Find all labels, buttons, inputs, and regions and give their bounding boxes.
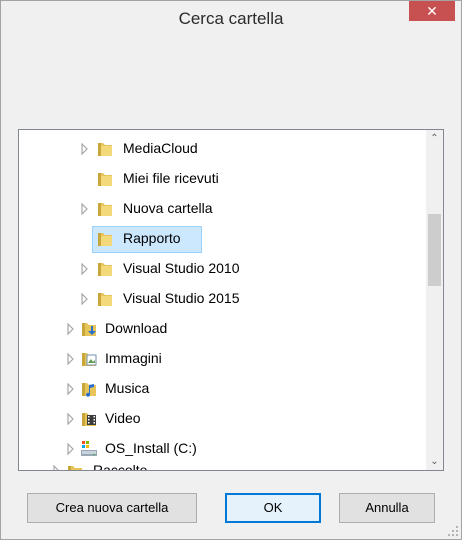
expand-arrow-icon[interactable] (67, 413, 75, 425)
tree-item-label: Visual Studio 2010 (123, 260, 240, 276)
new-folder-button[interactable]: Crea nuova cartella (27, 493, 197, 523)
tree-item-label: Nuova cartella (123, 200, 213, 216)
tree-item-label: OS_Install (C:) (105, 440, 197, 456)
expand-arrow-icon[interactable] (67, 443, 75, 455)
close-button[interactable]: ✕ (409, 1, 455, 21)
ok-button[interactable]: OK (225, 493, 321, 523)
video-folder-icon (82, 413, 96, 426)
folder-icon (98, 293, 112, 306)
tree-item-miei-file-ricevuti[interactable]: Miei file ricevuti (19, 164, 419, 194)
close-icon: ✕ (426, 3, 438, 19)
tree-item-label: Visual Studio 2015 (123, 290, 240, 306)
browse-folder-dialog: Cerca cartella ✕ MediaCloud Miei file ri… (0, 0, 462, 540)
tree-item-nuova-cartella[interactable]: Nuova cartella (19, 194, 419, 224)
title-bar[interactable]: Cerca cartella ✕ (1, 1, 461, 39)
scroll-thumb[interactable] (428, 214, 441, 286)
libraries-folder-icon (68, 466, 82, 470)
expand-arrow-icon[interactable] (81, 143, 89, 155)
tree-item-visual-studio-2015[interactable]: Visual Studio 2015 (19, 284, 419, 314)
tree-item-visual-studio-2010[interactable]: Visual Studio 2010 (19, 254, 419, 284)
tree-item-label: Download (105, 320, 168, 336)
tree-item-musica[interactable]: Musica (19, 374, 419, 404)
expand-arrow-icon[interactable] (67, 323, 75, 335)
folder-icon (98, 263, 112, 276)
scroll-down-button[interactable]: ⌄ (426, 453, 443, 470)
expand-arrow-icon[interactable] (67, 383, 75, 395)
tree-item-label: Immagini (105, 350, 162, 366)
expand-arrow-icon[interactable] (67, 353, 75, 365)
tree-item-immagini[interactable]: Immagini (19, 344, 419, 374)
tree-item-os-install[interactable]: OS_Install (C:) (19, 434, 419, 464)
folder-icon (98, 203, 112, 216)
folder-tree[interactable]: MediaCloud Miei file ricevuti Nuova cart… (18, 129, 444, 471)
expand-arrow-icon[interactable] (53, 465, 61, 471)
tree-item-label: Raccolte (93, 462, 148, 471)
folder-icon (98, 233, 112, 246)
tree-item-libraries[interactable]: Raccolte (19, 461, 419, 471)
tree-item-mediacloud[interactable]: MediaCloud (19, 134, 419, 164)
tree-item-label: Video (105, 410, 141, 426)
music-folder-icon (82, 383, 96, 397)
expand-arrow-icon[interactable] (81, 203, 89, 215)
download-folder-icon (82, 323, 96, 336)
description-area (9, 39, 453, 129)
chevron-down-icon: ⌄ (430, 456, 439, 467)
folder-icon (98, 143, 112, 156)
chevron-up-icon: ⌃ (430, 133, 439, 144)
scroll-up-button[interactable]: ⌃ (426, 130, 443, 147)
resize-grip-icon[interactable] (447, 525, 459, 537)
folder-icon (98, 173, 112, 186)
expand-arrow-icon[interactable] (81, 293, 89, 305)
expand-arrow-icon[interactable] (81, 263, 89, 275)
drive-icon (81, 441, 97, 456)
tree-item-label: Rapporto (123, 230, 181, 246)
vertical-scrollbar[interactable]: ⌃ ⌄ (426, 130, 443, 470)
tree-item-label: Musica (105, 380, 150, 396)
cancel-button[interactable]: Annulla (339, 493, 435, 523)
tree-item-label: MediaCloud (123, 140, 198, 156)
tree-item-download[interactable]: Download (19, 314, 419, 344)
pictures-folder-icon (82, 353, 97, 366)
tree-item-video[interactable]: Video (19, 404, 419, 434)
dialog-title: Cerca cartella (178, 9, 284, 28)
tree-item-rapporto[interactable]: Rapporto (19, 224, 419, 254)
tree-item-label: Miei file ricevuti (123, 170, 219, 186)
